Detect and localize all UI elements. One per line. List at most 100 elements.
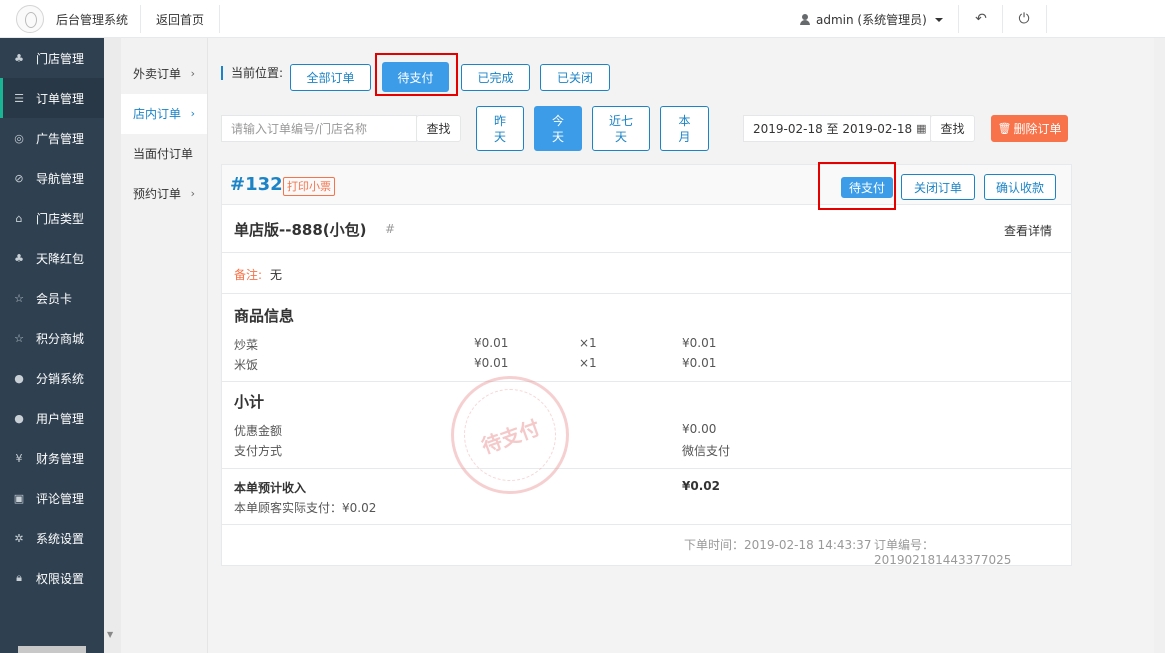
divider	[1002, 5, 1003, 33]
logo-icon	[16, 5, 44, 33]
top-bar: 后台管理系统 返回首页 admin (系统管理员) ↶ ⏻	[0, 0, 1165, 38]
back-home-link[interactable]: 返回首页	[156, 11, 204, 28]
subnav-item-takeout[interactable]: 外卖订单 ›	[121, 54, 207, 94]
sidebar-item-redpacket[interactable]: ♣ 天降红包	[0, 238, 104, 278]
main-content: 当前位置: 全部订单 待支付 已完成 已关闭 请输入订单编号/门店名称 查找 昨…	[209, 38, 1154, 653]
sidebar: ♣ 门店管理 ☰ 订单管理 ◎ 广告管理 ⊘ 导航管理 ⌂ 门店类型 ♣ 天降红包 ☆ 会员卡…	[0, 38, 104, 653]
subnav-item-dinein[interactable]: 店内订单 ›	[121, 94, 207, 134]
lifebuoy-icon: ◎	[14, 131, 24, 145]
highlight-box	[375, 53, 458, 96]
date-search-button[interactable]: 查找	[930, 115, 975, 142]
highlight-box	[818, 162, 896, 210]
main-scrollbar[interactable]	[1154, 38, 1165, 653]
sidebar-item-permissions[interactable]: 🔒︎ 权限设置	[0, 558, 104, 598]
bank-icon: ⌂	[15, 211, 23, 225]
pay-method-value: 微信支付	[682, 444, 731, 458]
sidebar-item-finance[interactable]: ¥ 财务管理	[0, 438, 104, 478]
order-subnav: 外卖订单 › 店内订单 › 当面付订单 预约订单 ›	[121, 38, 208, 653]
app-title: 后台管理系统	[56, 13, 129, 27]
group-icon: ♣	[14, 251, 24, 265]
group-icon: ♣	[14, 51, 24, 65]
date-yesterday-button[interactable]: 昨 天	[476, 106, 524, 151]
order-time: 下单时间：2019-02-18 14:43:37	[684, 538, 872, 552]
divider	[1046, 5, 1047, 33]
goods-heading: 商品信息	[234, 307, 295, 325]
hash-label: #	[385, 222, 396, 236]
sidebar-item-orders[interactable]: ☰ 订单管理	[0, 78, 104, 118]
note-label: 备注:	[234, 268, 263, 282]
print-receipt-button[interactable]: 打印小票	[283, 177, 335, 196]
user-icon	[800, 14, 810, 25]
date-today-button[interactable]: 今 天	[534, 106, 582, 151]
crumb-marker	[221, 65, 223, 80]
pending-stamp: 待支付	[451, 376, 569, 494]
sidebar-item-member-card[interactable]: ☆ 会员卡	[0, 278, 104, 318]
crumb-label: 当前位置:	[231, 66, 284, 80]
divider	[140, 5, 141, 33]
note-value: 无	[270, 268, 283, 282]
goods-section: 商品信息 炒菜 ¥0.01 ×1 ¥0.01 米饭 ¥0.01 ×1 ¥0.01	[222, 294, 1071, 382]
list-icon: ☰	[14, 91, 24, 105]
user-name: admin (系统管理员)	[816, 13, 927, 27]
date-7days-button[interactable]: 近七 天	[592, 106, 650, 151]
sidebar-item-settings[interactable]: ✲ 系统设置	[0, 518, 104, 558]
divider	[958, 5, 959, 33]
calendar-icon: ▦	[916, 122, 927, 135]
income-section: 本单预计收入 ¥0.02 本单顾客实际支付：¥0.02	[222, 469, 1071, 525]
note-section: 备注: 无	[222, 253, 1071, 294]
sidebar-item-ads[interactable]: ◎ 广告管理	[0, 118, 104, 158]
order-card-header: #132 打印小票 待支付 关闭订单 确认收款	[222, 165, 1071, 205]
caret-down-icon	[934, 17, 943, 22]
subnav-item-facepay[interactable]: 当面付订单	[121, 134, 207, 174]
sidebar-scrollbar[interactable]	[18, 646, 86, 653]
sidebar-item-points-mall[interactable]: ☆ 积分商城	[0, 318, 104, 358]
compass-icon: ⊘	[14, 171, 24, 185]
sidebar-item-comments[interactable]: ▣ 评论管理	[0, 478, 104, 518]
order-number: #132	[230, 174, 283, 195]
tab-closed[interactable]: 已关闭	[540, 64, 610, 91]
users-icon: ●	[14, 371, 24, 385]
trash-icon: 🗑︎	[997, 122, 1012, 135]
order-footer: 下单时间：2019-02-18 14:43:37 订单编号：2019021814…	[222, 525, 1071, 567]
order-code: 订单编号：201902181443377025	[874, 538, 1012, 567]
tab-all-orders[interactable]: 全部订单	[290, 64, 371, 91]
date-range-value: 2019-02-18 至 2019-02-18	[753, 122, 913, 136]
close-order-button[interactable]: 关闭订单	[901, 174, 975, 200]
sidebar-item-store-type[interactable]: ⌂ 门店类型	[0, 198, 104, 238]
subnav-item-booking[interactable]: 预约订单 ›	[121, 174, 207, 214]
order-card: #132 打印小票 待支付 关闭订单 确认收款 单店版--888(小包) # 查…	[221, 164, 1072, 567]
date-month-button[interactable]: 本 月	[660, 106, 709, 151]
delete-order-button[interactable]: 🗑︎ 删除订单	[991, 115, 1068, 142]
user-menu[interactable]: admin (系统管理员)	[800, 11, 943, 28]
sidebar-item-nav[interactable]: ⊘ 导航管理	[0, 158, 104, 198]
discount-label: 优惠金额	[234, 424, 283, 438]
actual-pay: 本单顾客实际支付：¥0.02	[234, 501, 377, 515]
sidebar-item-store[interactable]: ♣ 门店管理	[0, 38, 104, 78]
scroll-down-icon[interactable]: ▼	[107, 630, 113, 639]
star-icon: ☆	[14, 291, 24, 305]
star-icon: ☆	[14, 331, 24, 345]
view-detail-link[interactable]: 查看详情	[1004, 222, 1052, 239]
confirm-payment-button[interactable]: 确认收款	[984, 174, 1056, 200]
store-title: 单店版--888(小包)	[234, 221, 367, 239]
date-range-field[interactable]: 2019-02-18 至 2019-02-18 ▦	[743, 115, 931, 142]
undo-icon[interactable]: ↶	[971, 9, 991, 29]
discount-value: ¥0.00	[682, 422, 717, 436]
subtotal-section: 小计 优惠金额 ¥0.00 支付方式 微信支付	[222, 382, 1071, 469]
divider	[219, 5, 220, 33]
power-icon[interactable]: ⏻	[1014, 9, 1034, 29]
yen-icon: ¥	[15, 451, 23, 465]
store-section: 单店版--888(小包) # 查看详情	[222, 205, 1071, 253]
search-button[interactable]: 查找	[416, 115, 461, 142]
chevron-right-icon: ›	[190, 187, 195, 200]
submenu-gutter	[104, 38, 121, 653]
order-search-input[interactable]: 请输入订单编号/门店名称	[221, 115, 417, 142]
breadcrumb: 当前位置:	[221, 64, 293, 81]
sidebar-item-distribution[interactable]: ● 分销系统	[0, 358, 104, 398]
money-icon: ▣	[13, 491, 25, 505]
tab-completed[interactable]: 已完成	[461, 64, 530, 91]
sidebar-item-users[interactable]: ● 用户管理	[0, 398, 104, 438]
chevron-right-icon: ›	[190, 67, 195, 80]
user-icon: ●	[14, 411, 24, 425]
subtotal-heading: 小计	[234, 393, 265, 411]
